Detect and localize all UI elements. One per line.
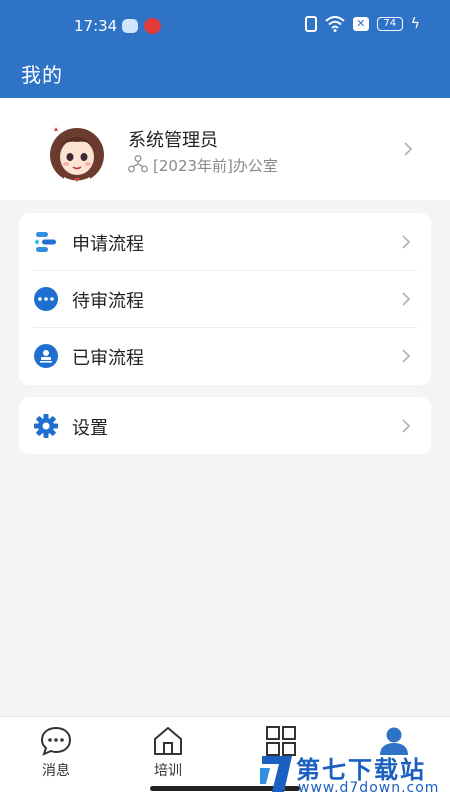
- menu-item-label: 待审流程: [72, 291, 144, 312]
- home-icon: [154, 727, 182, 755]
- wifi-icon: [325, 16, 345, 32]
- menu-item-pending[interactable]: 待审流程: [19, 270, 431, 327]
- apply-flow-icon: [34, 232, 56, 252]
- watermark: 第七下载站 www.d7down.com: [256, 748, 446, 800]
- header-bar: 我的: [0, 52, 450, 98]
- battery-icon: 74: [376, 17, 403, 31]
- watermark-logo-icon: [260, 756, 292, 792]
- menu-item-settings[interactable]: 设置: [19, 397, 431, 454]
- sim-x-icon: ✕: [352, 17, 369, 31]
- settings-label: 设置: [72, 418, 108, 439]
- chevron-right-icon: [402, 292, 411, 306]
- chevron-right-icon: [402, 235, 411, 249]
- profile-name: 系统管理员: [128, 130, 218, 151]
- menu-item-apply[interactable]: 申请流程: [19, 213, 431, 270]
- profile-org: [2023年前]办公室: [153, 157, 278, 175]
- tab-messages[interactable]: 消息: [16, 725, 96, 785]
- org-tree-icon: [128, 155, 148, 173]
- process-menu: 申请流程 待审流程 已审流程: [19, 213, 431, 385]
- cloud-app-icon: [122, 19, 138, 33]
- menu-item-label: 已审流程: [72, 348, 144, 369]
- chevron-right-icon: [402, 349, 411, 363]
- pending-dots-icon: [34, 287, 58, 311]
- gear-icon: [34, 414, 58, 438]
- tab-label: 培训: [154, 763, 182, 779]
- page-title: 我的: [21, 63, 63, 87]
- watermark-url: www.d7down.com: [298, 780, 440, 796]
- menu-item-label: 申请流程: [72, 234, 144, 255]
- status-bar: 17:34 ✕ 74 ϟ: [0, 0, 450, 52]
- message-icon: [40, 726, 72, 756]
- chevron-right-icon: [402, 419, 411, 433]
- approved-stamp-icon: [34, 344, 58, 368]
- status-indicators: ✕ 74 ϟ: [304, 16, 420, 32]
- charging-icon: ϟ: [410, 16, 420, 32]
- red-app-icon: [144, 18, 161, 34]
- settings-menu: 设置: [19, 397, 431, 454]
- chevron-right-icon: [404, 142, 413, 156]
- vibrate-icon: [304, 16, 317, 32]
- menu-item-approved[interactable]: 已审流程: [19, 327, 431, 384]
- profile-card[interactable]: 系统管理员 [2023年前]办公室: [0, 98, 450, 200]
- status-time: 17:34: [74, 17, 118, 35]
- tab-training[interactable]: 培训: [128, 725, 208, 785]
- avatar: [50, 127, 104, 184]
- tab-label: 消息: [42, 763, 70, 779]
